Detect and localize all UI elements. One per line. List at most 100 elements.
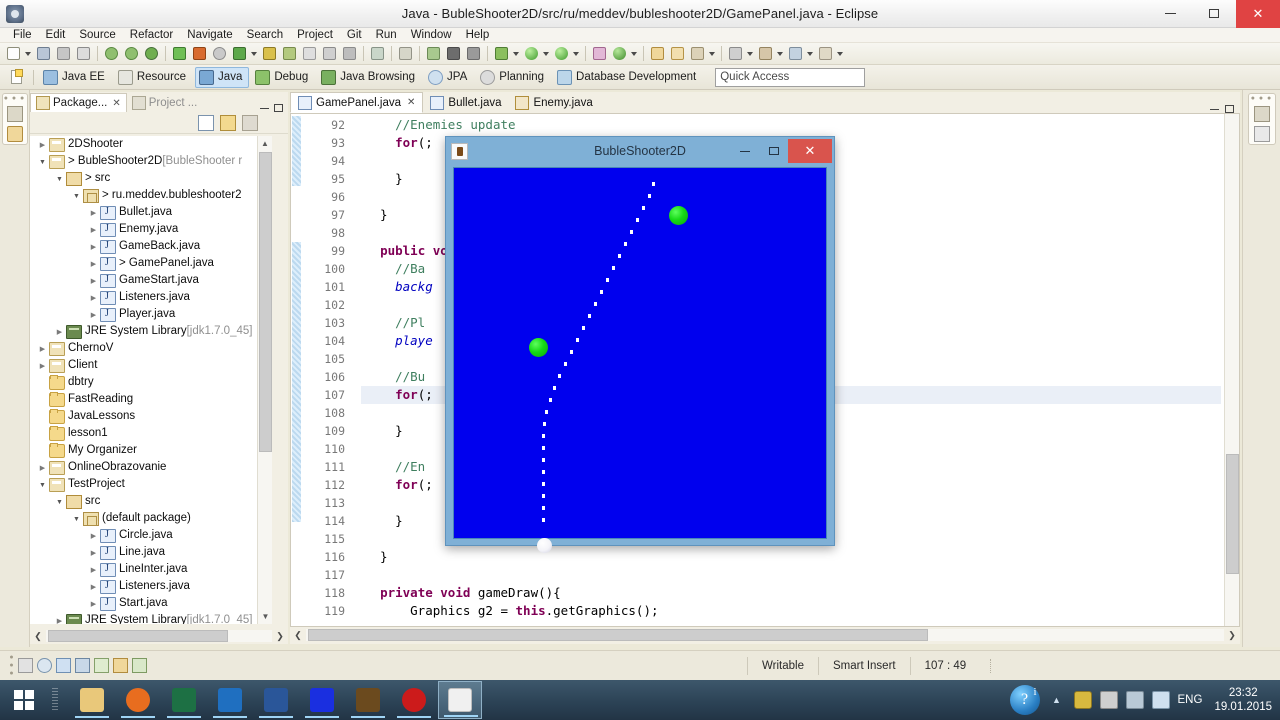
menu-navigate[interactable]: Navigate [180, 28, 239, 43]
tree-node[interactable]: (default package) [30, 510, 272, 527]
scrollbar-thumb[interactable] [48, 630, 228, 642]
debug-icon[interactable] [492, 44, 511, 63]
scrollbar-thumb[interactable] [259, 152, 272, 452]
close-icon[interactable]: ✕ [407, 97, 415, 108]
tree-node[interactable]: FastReading [30, 391, 272, 408]
maximize-editor-icon[interactable] [1225, 105, 1234, 113]
perspective-java-browsing[interactable]: Java Browsing [317, 67, 422, 88]
chevron-right-icon[interactable] [87, 310, 100, 319]
tree-node[interactable]: Listeners.java [30, 578, 272, 595]
taskbar-app-recorder[interactable] [392, 681, 436, 719]
redo-icon[interactable] [396, 44, 415, 63]
chevron-right-icon[interactable] [87, 276, 100, 285]
tab-package-explorer[interactable]: Package... ✕ [30, 93, 127, 112]
new-android-project-icon[interactable] [590, 44, 609, 63]
editor-tab-enemy[interactable]: Enemy.java [508, 92, 599, 113]
package-explorer-tree[interactable]: 2DShooter > BubleShooter2D [BubleShooter … [30, 136, 272, 624]
next-annotation-icon[interactable] [230, 44, 249, 63]
tree-node[interactable]: > src [30, 170, 272, 187]
clock[interactable]: 23:32 19.01.2015 [1210, 686, 1272, 714]
git-repo-dropdown-icon[interactable] [776, 44, 785, 63]
tree-node[interactable]: Start.java [30, 595, 272, 612]
help-icon[interactable]: ? i [1009, 685, 1040, 715]
monitor-icon[interactable] [75, 658, 90, 673]
chevron-down-icon[interactable] [36, 157, 49, 166]
outline-view-minimized-icon[interactable] [1253, 126, 1270, 142]
forward-history-icon[interactable] [340, 44, 359, 63]
view-menu-icon[interactable] [242, 114, 258, 131]
scrollbar-thumb[interactable] [308, 629, 928, 641]
restore-view-icon[interactable] [6, 106, 23, 122]
taskbar-app-android-ide[interactable] [346, 681, 390, 719]
scroll-left-icon[interactable]: ❮ [30, 631, 46, 642]
chevron-right-icon[interactable] [87, 208, 100, 217]
pause-icon[interactable] [444, 44, 463, 63]
chevron-right-icon[interactable] [53, 327, 66, 336]
tree-node[interactable]: 2DShooter [30, 136, 272, 153]
pin-editor-icon[interactable] [816, 44, 835, 63]
perspective-java[interactable]: Java [195, 66, 250, 88]
stop-icon[interactable] [464, 44, 483, 63]
menu-file[interactable]: File [6, 28, 39, 43]
chevron-right-icon[interactable] [87, 242, 100, 251]
tree-node[interactable]: Bullet.java [30, 204, 272, 221]
maximize-view-icon[interactable] [274, 104, 283, 112]
code-line[interactable]: private void gameDraw(){ [361, 584, 1221, 602]
tree-node[interactable]: > ru.meddev.bubleshooter2 [30, 187, 272, 204]
tree-node[interactable]: Player.java [30, 306, 272, 323]
drag-handle-dots[interactable]: ●●● [8, 654, 15, 678]
git-repo-icon[interactable] [756, 44, 775, 63]
coverage-icon[interactable] [610, 44, 629, 63]
tree-node[interactable]: Line.java [30, 544, 272, 561]
status-resize-handle[interactable] [990, 658, 994, 673]
menu-project[interactable]: Project [290, 28, 340, 43]
scroll-up-icon[interactable]: ▲ [258, 136, 272, 151]
scroll-left-icon[interactable]: ❮ [290, 630, 306, 641]
run-icon[interactable] [522, 44, 541, 63]
menu-source[interactable]: Source [72, 28, 122, 43]
scroll-right-icon[interactable]: ❯ [1224, 630, 1240, 641]
menu-search[interactable]: Search [240, 28, 290, 43]
last-edit-location-icon[interactable] [280, 44, 299, 63]
tree-node[interactable]: JRE System Library [jdk1.7.0_45] [30, 612, 272, 624]
taskbar-app-firefox[interactable] [116, 681, 160, 719]
new-wizard-dropdown-icon[interactable] [24, 44, 33, 63]
debug-dropdown-icon[interactable] [512, 44, 521, 63]
chevron-right-icon[interactable] [87, 225, 100, 234]
chevron-right-icon[interactable] [87, 582, 100, 591]
code-line[interactable]: } [361, 548, 1221, 566]
minimize-view-icon[interactable] [260, 107, 269, 109]
tree-node[interactable]: Listeners.java [30, 289, 272, 306]
hierarchy-icon[interactable] [132, 658, 147, 673]
tree-node[interactable]: JRE System Library [jdk1.7.0_45] [30, 323, 272, 340]
taskbar-app-bluestacks[interactable] [300, 681, 344, 719]
back-history-icon[interactable] [320, 44, 339, 63]
menu-refactor[interactable]: Refactor [123, 28, 180, 43]
tree-vertical-scrollbar[interactable]: ▲ ▼ [257, 136, 272, 624]
minimize-editor-icon[interactable] [1210, 108, 1219, 110]
new-package-icon[interactable] [190, 44, 209, 63]
chevron-right-icon[interactable] [36, 463, 49, 472]
toggle-mark-occurrences-icon[interactable] [300, 44, 319, 63]
tree-node[interactable]: > GamePanel.java [30, 255, 272, 272]
menu-edit[interactable]: Edit [39, 28, 73, 43]
coverage-dropdown-icon[interactable] [630, 44, 639, 63]
tree-node[interactable]: Client [30, 357, 272, 374]
chevron-right-icon[interactable] [87, 565, 100, 574]
build-icon[interactable] [102, 44, 121, 63]
previous-annotation-icon[interactable] [260, 44, 279, 63]
open-type-icon[interactable] [648, 44, 667, 63]
pin-editor-dropdown-icon[interactable] [836, 44, 845, 63]
annotation-mark-bar[interactable] [291, 114, 303, 626]
chevron-down-icon[interactable] [70, 191, 83, 200]
taskbar-app-outlook[interactable] [208, 681, 252, 719]
chevron-right-icon[interactable] [87, 599, 100, 608]
volume-icon[interactable] [1151, 691, 1170, 709]
perspective-tools-icon[interactable] [786, 44, 805, 63]
tree-node[interactable]: GameStart.java [30, 272, 272, 289]
editor-vertical-scrollbar[interactable] [1224, 114, 1239, 626]
taskbar-app-excel[interactable] [162, 681, 206, 719]
perspective-jpa[interactable]: JPA [424, 67, 474, 88]
quick-access-input[interactable]: Quick Access [715, 67, 866, 87]
scroll-right-icon[interactable]: ❯ [272, 631, 288, 642]
